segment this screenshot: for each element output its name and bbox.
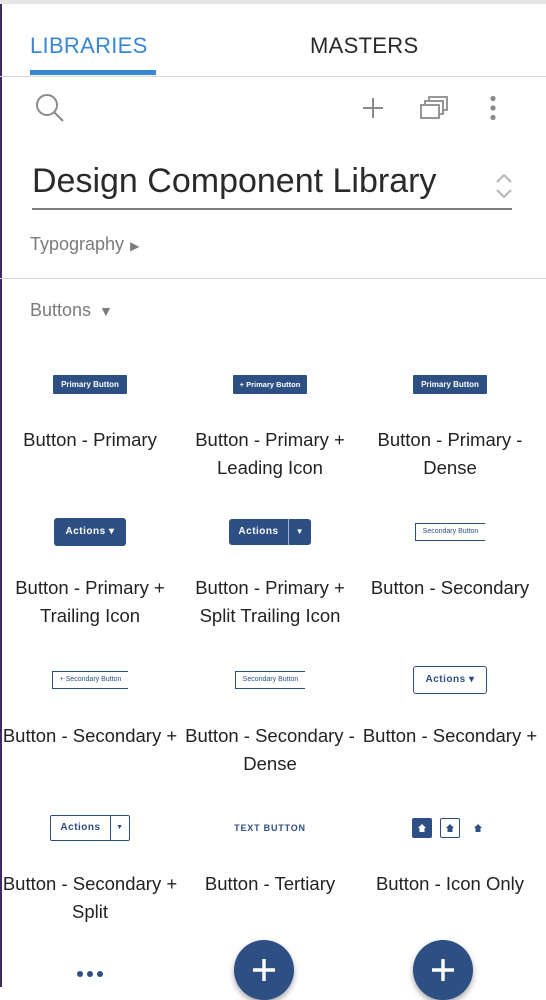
icon-button-solid (412, 818, 432, 838)
top-border (0, 0, 546, 4)
component-item[interactable]: Actions ▾ Button - Primary + Trailing Ic… (0, 496, 180, 644)
more-horizontal-icon[interactable] (72, 966, 108, 982)
preview-primary-trailing-icon: Actions ▾ (53, 518, 127, 546)
component-thumbnail: Primary Button (360, 348, 540, 420)
plus-icon (363, 98, 383, 118)
component-item[interactable]: Actions ▾ Button - Secondary + (360, 644, 540, 792)
component-thumbnail: Actions ▼ (180, 496, 360, 568)
preview-text-button: TEXT BUTTON (234, 823, 306, 833)
component-item[interactable]: Primary Button Button - Primary - Dense (360, 348, 540, 496)
search-icon (36, 94, 64, 122)
component-label: Button - Primary + Split Trailing Icon (195, 577, 345, 626)
component-item[interactable]: Actions ▼ Button - Primary + Split Trail… (180, 496, 360, 644)
component-thumbnail: TEXT BUTTON (180, 792, 360, 864)
library-toolbar (0, 86, 546, 132)
component-item[interactable]: Actions ▼ Button - Secondary + Split (0, 792, 180, 940)
component-label: Button - Primary + Trailing Icon (15, 577, 165, 626)
component-label: Button - Secondary + (362, 725, 538, 746)
pages-icon (420, 96, 448, 119)
section-typography-label: Typography (30, 234, 125, 254)
component-thumbnail: + Primary Button (180, 348, 360, 420)
caret-down-icon: ▼ (99, 303, 113, 319)
component-thumbnail: Secondary Button (180, 644, 360, 716)
add-component-button[interactable] (234, 940, 294, 1000)
component-thumbnail: Actions ▼ (0, 792, 180, 864)
component-item[interactable]: TEXT BUTTON Button - Tertiary (180, 792, 360, 940)
component-thumbnail: Actions ▾ (0, 496, 180, 568)
caret-down-icon: ▼ (116, 824, 124, 831)
component-thumbnail (360, 792, 540, 864)
add-library-button[interactable] (356, 86, 390, 130)
component-thumbnail: + Secondary Button (0, 644, 180, 716)
preview-primary-leading-icon: + Primary Button (232, 374, 308, 394)
preview-primary-button: Primary Button (53, 374, 127, 394)
add-component-button[interactable] (413, 940, 473, 1000)
preview-secondary-trailing-icon: Actions ▾ (412, 666, 488, 694)
icon-button-plain (468, 818, 488, 838)
preview-secondary-button: Secondary Button (414, 523, 486, 541)
preview-secondary-leading-icon: + Secondary Button (51, 671, 129, 689)
tabs-divider (0, 76, 546, 77)
component-item[interactable]: + Primary Button Button - Primary + Lead… (180, 348, 360, 496)
preview-secondary-split: Actions ▼ (50, 815, 130, 841)
preview-icon-buttons (412, 818, 488, 838)
preview-primary-dense: Primary Button (413, 374, 487, 394)
section-buttons[interactable]: Buttons ▼ (30, 300, 113, 321)
home-icon (418, 824, 426, 832)
tab-libraries[interactable]: LIBRARIES (30, 18, 156, 76)
active-tab-indicator (30, 70, 156, 75)
split-main: Actions (60, 822, 101, 833)
more-vertical-icon (490, 95, 496, 121)
library-selector[interactable]: Design Component Library (32, 160, 512, 210)
component-label: Button - Secondary + Split (2, 873, 178, 922)
component-label: Button - Primary - Dense (377, 429, 523, 478)
component-label: Button - Secondary - Dense (185, 725, 355, 774)
panel-tabs: LIBRARIES MASTERS (0, 18, 546, 76)
component-label: Button - Primary + Leading Icon (195, 429, 345, 478)
caret-right-icon: ▶ (130, 239, 140, 253)
more-options-button[interactable] (480, 86, 506, 130)
component-thumbnail: Actions ▾ (360, 644, 540, 716)
component-label: Button - Tertiary (204, 873, 336, 894)
component-label: Button - Secondary + (2, 725, 178, 746)
plus-icon (432, 959, 454, 981)
component-label: Button - Icon Only (375, 873, 525, 894)
component-label: Button - Secondary (370, 577, 530, 598)
search-button[interactable] (30, 86, 70, 130)
library-selector-value: Design Component Library (32, 162, 437, 200)
component-item[interactable]: Primary Button Button - Primary (0, 348, 180, 496)
home-icon (474, 824, 482, 832)
caret-down-icon: ▼ (288, 519, 311, 545)
plus-icon (253, 959, 275, 981)
section-typography[interactable]: Typography ▶ (30, 234, 139, 255)
component-item[interactable]: Button - Icon Only (360, 792, 540, 940)
preview-primary-split: Actions ▼ (229, 519, 311, 545)
home-icon (446, 824, 454, 832)
pages-button[interactable] (416, 86, 452, 130)
icon-button-outline (440, 818, 460, 838)
component-thumbnail: Secondary Button (360, 496, 540, 568)
section-buttons-label: Buttons (30, 300, 92, 320)
split-main: Actions (229, 519, 288, 545)
component-label: Button - Primary (23, 429, 157, 450)
preview-secondary-dense: Secondary Button (234, 671, 306, 689)
up-down-chevron-icon (496, 173, 512, 199)
component-item[interactable]: Secondary Button Button - Secondary - De… (180, 644, 360, 792)
section-divider (0, 278, 546, 279)
component-thumbnail: Primary Button (0, 348, 180, 420)
tab-masters[interactable]: MASTERS (310, 18, 430, 76)
component-item[interactable]: + Secondary Button Button - Secondary + (0, 644, 180, 792)
component-item[interactable]: Secondary Button Button - Secondary (360, 496, 540, 644)
